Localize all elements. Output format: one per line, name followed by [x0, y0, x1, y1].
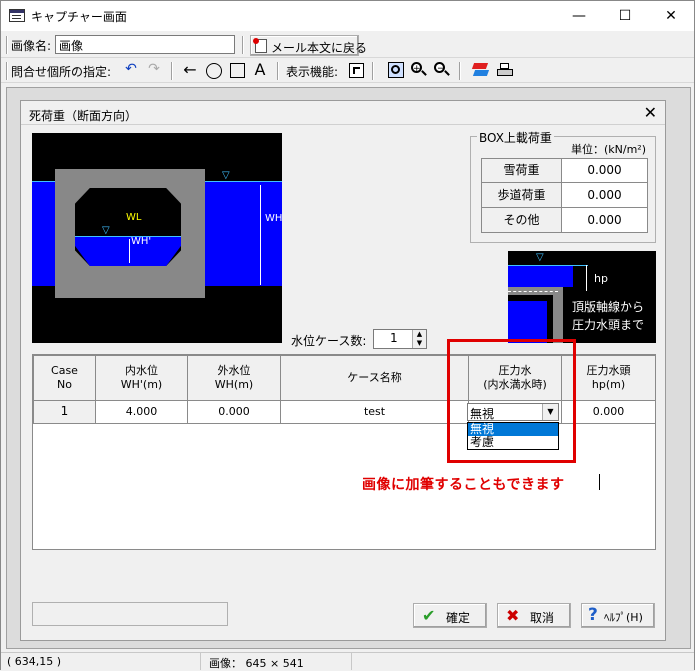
hp-diagram: ▽ hp 頂版軸線から 圧力水頭まで — [508, 251, 656, 343]
inner-water-level-icon: ▽ — [102, 225, 110, 236]
load-row-label: 歩道荷重 — [481, 182, 562, 208]
zoom-fit-icon[interactable] — [388, 62, 404, 78]
col-header-outer: 外水位 WH(m) — [187, 355, 281, 401]
rectangle-tool-icon[interactable] — [230, 63, 245, 78]
zoom-in-icon[interactable]: + — [411, 62, 427, 78]
col-header-case: Case No — [33, 355, 96, 401]
capture-window: キャプチャー画面 — ☐ ✕ 画像名: 画像 メール本文に戻る 問合せ個所の指定… — [0, 0, 695, 670]
text-caret — [599, 474, 600, 490]
col-header-name: ケース名称 — [280, 355, 469, 401]
inner-water — [75, 236, 181, 266]
inquiry-label: 問合せ個所の指定: — [11, 65, 112, 79]
image-name-label: 画像名: — [11, 39, 52, 53]
help-button[interactable]: ? ﾍﾙﾌﾟ(H) — [581, 603, 655, 628]
confirm-button[interactable]: ✔ 確定 — [413, 603, 487, 628]
minimize-button[interactable]: — — [556, 1, 602, 31]
text-tool-icon[interactable]: A — [251, 60, 269, 79]
dialog-close-icon[interactable]: ✕ — [644, 103, 657, 122]
hp-water-level-icon: ▽ — [536, 252, 544, 263]
load-row-label: その他 — [481, 207, 562, 233]
annotation-rectangle[interactable] — [447, 339, 576, 463]
row-inner-level[interactable]: 4.000 — [95, 400, 188, 424]
load-row-value[interactable]: 0.000 — [561, 207, 648, 233]
mail-doc-icon — [253, 38, 267, 53]
window-title: キャプチャー画面 — [31, 10, 127, 24]
check-icon: ✔ — [422, 606, 436, 625]
arrow-tool-icon[interactable]: ← — [179, 60, 201, 79]
annotation-toolbar: 問合せ個所の指定: ↶ ↷ ← A 表示機能: + − — [1, 59, 694, 83]
water-case-label: 水位ケース数: — [291, 334, 367, 348]
image-name-toolbar: 画像名: 画像 メール本文に戻る — [1, 32, 694, 58]
hp-note-line2: 圧力水頭まで — [572, 318, 645, 332]
app-icon — [9, 9, 25, 22]
maximize-button[interactable]: ☐ — [602, 1, 648, 31]
fit-view-icon[interactable] — [349, 63, 364, 78]
display-label: 表示機能: — [286, 65, 339, 79]
wl-label: WL — [126, 212, 142, 223]
redo-icon[interactable]: ↷ — [146, 61, 162, 77]
annotation-text[interactable]: 画像に加筆することもできます — [362, 474, 564, 494]
load-row-label: 雪荷重 — [481, 158, 562, 183]
dead-load-dialog: 死荷重（断面方向） ✕ WL WH' WH ▽ ▽ BOX上載荷重 単位：(kN… — [20, 100, 666, 641]
unit-label: 単位：(kN/m²) — [571, 143, 647, 156]
row-case-name[interactable]: test — [280, 400, 469, 424]
box-load-legend: BOX上載荷重 — [477, 129, 554, 146]
wh-label: WH — [265, 213, 283, 224]
undo-icon[interactable]: ↶ — [123, 61, 139, 77]
status-field — [32, 602, 228, 626]
cross-section-diagram: WL WH' WH ▽ ▽ — [32, 133, 282, 343]
col-header-inner: 内水位 WH'(m) — [95, 355, 188, 401]
zoom-out-icon[interactable]: − — [434, 62, 450, 78]
row-outer-level[interactable]: 0.000 — [187, 400, 281, 424]
title-bar: キャプチャー画面 — ☐ ✕ — [1, 1, 694, 31]
load-row-value[interactable]: 0.000 — [561, 158, 648, 183]
wh-inner-label: WH' — [131, 236, 152, 247]
spinner-down-icon[interactable]: ▼ — [412, 339, 426, 348]
image-size: 画像： 645 × 541 — [209, 657, 304, 670]
hp-label: hp — [594, 272, 608, 285]
load-row-value[interactable]: 0.000 — [561, 182, 648, 208]
box-load-table: 雪荷重 0.000 歩道荷重 0.000 その他 0.000 — [481, 158, 648, 233]
spinner-up-icon[interactable]: ▲ — [412, 330, 426, 339]
outer-water-level-icon: ▽ — [222, 170, 230, 181]
circle-tool-icon[interactable] — [206, 63, 222, 79]
print-icon[interactable] — [497, 63, 513, 78]
cancel-button[interactable]: ✖ 取消 — [497, 603, 571, 628]
row-case-no: 1 — [33, 400, 96, 424]
cross-icon: ✖ — [506, 606, 520, 625]
status-bar: ( 634,15 ) 画像： 645 × 541 — [1, 652, 694, 670]
hp-note-line1: 頂版軸線から — [572, 300, 645, 314]
back-to-mail-button[interactable]: メール本文に戻る — [250, 35, 367, 56]
image-name-input[interactable]: 画像 — [55, 35, 235, 54]
help-icon: ? — [588, 605, 598, 625]
layers-icon[interactable] — [471, 63, 490, 77]
cursor-coords: ( 634,15 ) — [7, 655, 62, 668]
close-button[interactable]: ✕ — [648, 1, 694, 31]
dialog-title: 死荷重（断面方向） — [29, 109, 138, 123]
water-case-spinner[interactable]: 1 ▲ ▼ — [373, 329, 427, 349]
